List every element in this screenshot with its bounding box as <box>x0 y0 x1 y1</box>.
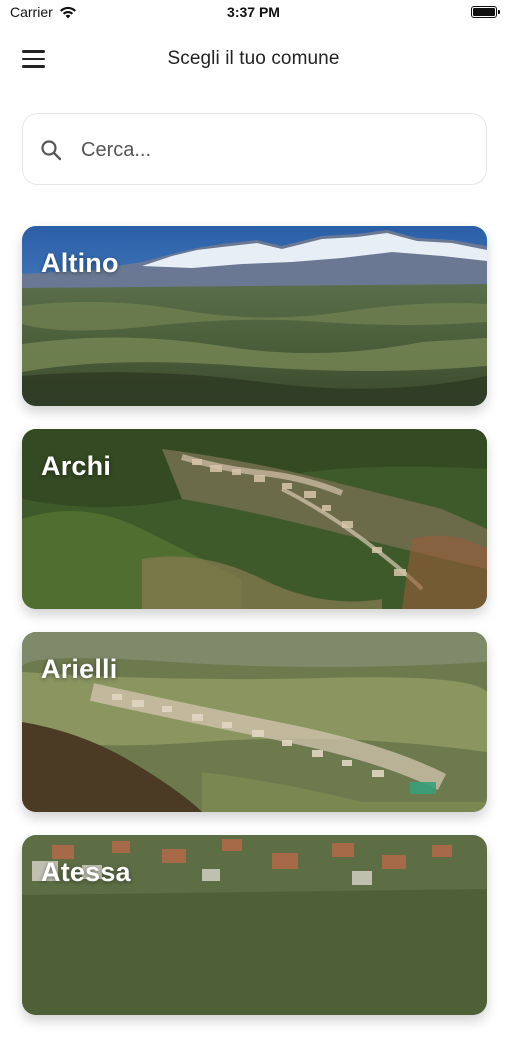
search-input[interactable] <box>79 130 473 170</box>
municipality-card-arielli[interactable]: Arielli <box>22 632 487 812</box>
municipality-name: Altino <box>41 248 119 278</box>
municipality-card-atessa[interactable]: Atessa <box>22 835 487 1015</box>
carrier-label: Carrier <box>10 4 53 20</box>
status-left: Carrier <box>10 4 77 20</box>
battery-fill <box>473 8 495 16</box>
app-header: Scegli il tuo comune <box>0 40 507 80</box>
municipality-card-archi[interactable]: Archi <box>22 429 487 609</box>
hamburger-menu-icon-line <box>22 57 45 60</box>
wifi-icon <box>59 6 76 18</box>
status-bar: Carrier 3:37 PM <box>0 0 507 28</box>
search-bar[interactable] <box>22 113 487 185</box>
municipality-name: Atessa <box>41 857 131 887</box>
search-icon <box>41 140 62 161</box>
municipality-card-altino[interactable]: Altino <box>22 226 487 406</box>
battery-icon <box>471 6 500 18</box>
municipality-list: Altino Archi Arielli Atessa <box>22 226 487 1038</box>
hamburger-menu-icon-line <box>22 50 45 53</box>
hamburger-menu-button[interactable] <box>22 50 48 72</box>
hamburger-menu-icon-line <box>22 65 45 68</box>
status-time: 3:37 PM <box>227 4 280 20</box>
municipality-name: Arielli <box>41 654 118 684</box>
page-title: Scegli il tuo comune <box>167 48 340 69</box>
municipality-name: Archi <box>41 451 112 481</box>
